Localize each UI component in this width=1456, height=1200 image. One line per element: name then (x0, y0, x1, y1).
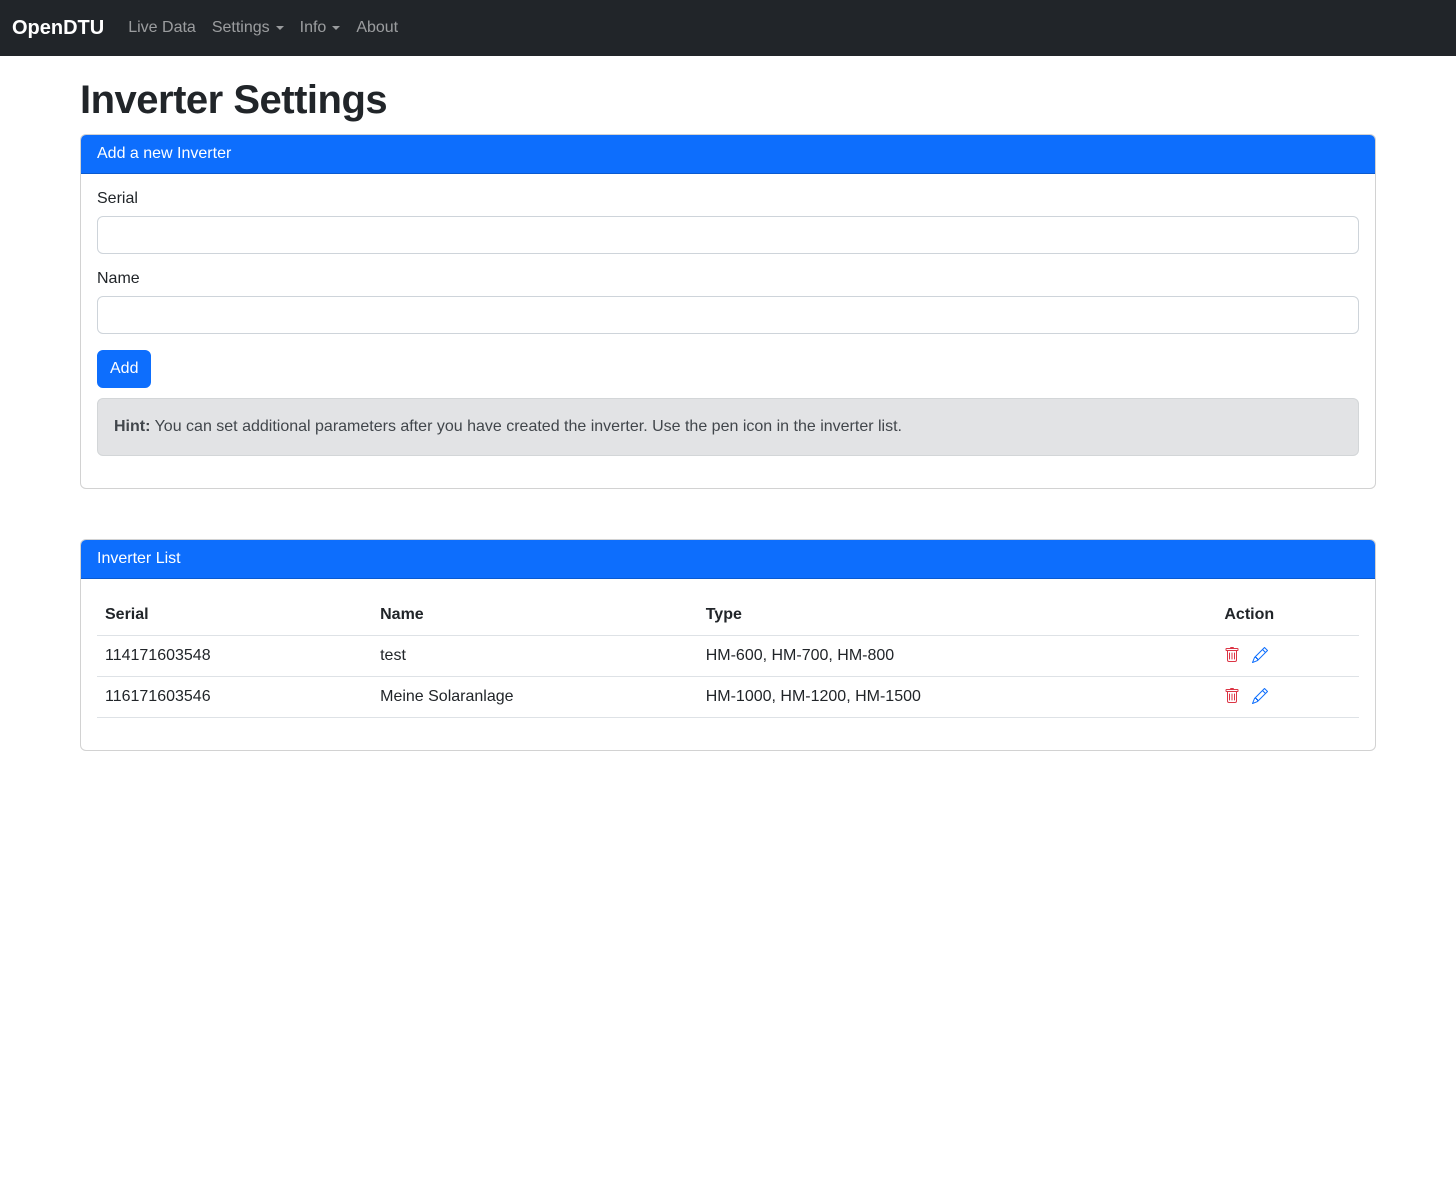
navbar: OpenDTU Live Data Settings Info About (0, 0, 1456, 56)
nav-item-label: Live Data (128, 19, 196, 36)
cell-action (1216, 677, 1359, 718)
name-label: Name (97, 270, 1359, 288)
cell-serial: 116171603546 (97, 677, 372, 718)
nav-item-label: About (356, 19, 398, 36)
cell-name: test (372, 636, 698, 677)
nav-item-label: Settings (212, 19, 270, 36)
trash-icon (1224, 647, 1240, 666)
inverter-table: Serial Name Type Action 114171603548 tes… (97, 595, 1359, 718)
inverter-list-card-body: Serial Name Type Action 114171603548 tes… (81, 579, 1375, 750)
navbar-brand[interactable]: OpenDTU (12, 13, 104, 44)
chevron-down-icon (276, 26, 284, 30)
add-button[interactable]: Add (97, 350, 151, 388)
navbar-items: Live Data Settings Info About (120, 11, 406, 45)
cell-type: HM-1000, HM-1200, HM-1500 (698, 677, 1217, 718)
hint-text: You can set additional parameters after … (150, 418, 902, 435)
name-input[interactable] (97, 296, 1359, 334)
nav-item-label: Info (300, 19, 327, 36)
cell-serial: 114171603548 (97, 636, 372, 677)
column-header-action: Action (1216, 595, 1359, 636)
add-inverter-card-header: Add a new Inverter (81, 135, 1375, 174)
serial-label: Serial (97, 190, 1359, 208)
table-header-row: Serial Name Type Action (97, 595, 1359, 636)
column-header-name: Name (372, 595, 698, 636)
chevron-down-icon (332, 26, 340, 30)
column-header-serial: Serial (97, 595, 372, 636)
edit-inverter-button[interactable] (1252, 688, 1268, 707)
add-inverter-card: Add a new Inverter Serial Name Add Hint:… (80, 134, 1376, 489)
column-header-type: Type (698, 595, 1217, 636)
trash-icon (1224, 688, 1240, 707)
hint-alert: Hint: You can set additional parameters … (97, 398, 1359, 456)
add-inverter-card-body: Serial Name Add Hint: You can set additi… (81, 174, 1375, 488)
pencil-icon (1252, 647, 1268, 666)
table-row: 116171603546 Meine Solaranlage HM-1000, … (97, 677, 1359, 718)
pencil-icon (1252, 688, 1268, 707)
cell-type: HM-600, HM-700, HM-800 (698, 636, 1217, 677)
serial-input[interactable] (97, 216, 1359, 254)
delete-inverter-button[interactable] (1224, 647, 1240, 666)
hint-label: Hint: (114, 418, 150, 435)
nav-item-info[interactable]: Info (292, 11, 349, 45)
delete-inverter-button[interactable] (1224, 688, 1240, 707)
main-content: Inverter Settings Add a new Inverter Ser… (68, 76, 1388, 751)
page-title: Inverter Settings (80, 76, 1376, 124)
inverter-table-body: 114171603548 test HM-600, HM-700, HM-800 (97, 636, 1359, 718)
cell-name: Meine Solaranlage (372, 677, 698, 718)
nav-item-about[interactable]: About (348, 11, 406, 45)
nav-item-settings[interactable]: Settings (204, 11, 292, 45)
inverter-list-card: Inverter List Serial Name Type Action 11… (80, 539, 1376, 751)
edit-inverter-button[interactable] (1252, 647, 1268, 666)
cell-action (1216, 636, 1359, 677)
nav-item-live-data[interactable]: Live Data (120, 11, 204, 45)
table-row: 114171603548 test HM-600, HM-700, HM-800 (97, 636, 1359, 677)
inverter-list-card-header: Inverter List (81, 540, 1375, 579)
